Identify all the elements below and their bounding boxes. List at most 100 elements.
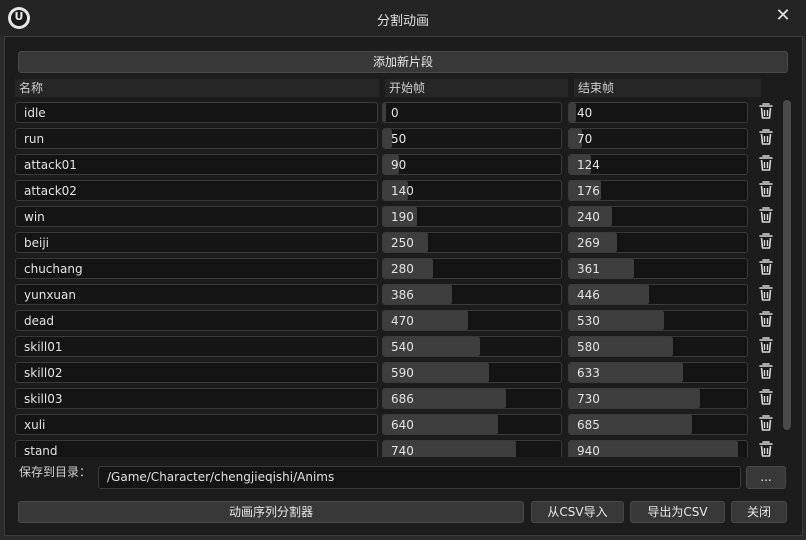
import-csv-button[interactable]: 从CSV导入 <box>531 501 624 523</box>
end-frame-text: 530 <box>577 314 600 328</box>
close-button[interactable]: 关闭 <box>731 501 787 523</box>
browse-button[interactable]: ... <box>746 466 786 489</box>
segment-row: chuchang 280 361 <box>0 256 806 282</box>
trash-icon[interactable] <box>758 362 776 382</box>
end-frame-slider[interactable]: 685 <box>568 414 748 435</box>
segment-name-text: run <box>24 132 45 146</box>
segment-row: skill02 590 633 <box>0 360 806 386</box>
segment-name-text: skill03 <box>24 392 63 406</box>
segment-name-field[interactable]: win <box>15 206 378 227</box>
end-frame-fill <box>569 103 576 122</box>
end-frame-slider[interactable]: 40 <box>568 102 748 123</box>
start-frame-slider[interactable]: 190 <box>382 206 562 227</box>
trash-icon[interactable] <box>758 388 776 408</box>
trash-icon[interactable] <box>758 440 776 457</box>
segment-name-field[interactable]: dead <box>15 310 378 331</box>
scrollbar[interactable] <box>783 100 791 430</box>
start-frame-slider[interactable]: 686 <box>382 388 562 409</box>
trash-icon[interactable] <box>758 180 776 200</box>
end-frame-text: 176 <box>577 184 600 198</box>
trash-icon[interactable] <box>758 414 776 434</box>
end-frame-slider[interactable]: 176 <box>568 180 748 201</box>
save-path-field[interactable]: /Game/Character/chengjieqishi/Anims <box>98 466 741 489</box>
start-frame-slider[interactable]: 140 <box>382 180 562 201</box>
start-frame-slider[interactable]: 740 <box>382 440 562 457</box>
end-frame-text: 124 <box>577 158 600 172</box>
segment-name-text: beiji <box>24 236 50 250</box>
end-frame-text: 730 <box>577 392 600 406</box>
segment-name-field[interactable]: run <box>15 128 378 149</box>
end-frame-text: 40 <box>577 106 593 120</box>
end-frame-text: 633 <box>577 366 600 380</box>
start-frame-slider[interactable]: 50 <box>382 128 562 149</box>
end-frame-slider[interactable]: 361 <box>568 258 748 279</box>
segment-name-field[interactable]: stand <box>15 440 378 457</box>
segment-name-field[interactable]: yunxuan <box>15 284 378 305</box>
segment-row: stand 740 940 <box>0 438 806 457</box>
export-csv-button[interactable]: 导出为CSV <box>630 501 725 523</box>
close-icon[interactable]: ✕ <box>770 4 796 28</box>
segment-name-field[interactable]: skill02 <box>15 362 378 383</box>
start-frame-slider[interactable]: 280 <box>382 258 562 279</box>
column-header-name: 名称 <box>15 79 379 97</box>
segment-row: idle 0 40 <box>0 100 806 126</box>
trash-icon[interactable] <box>758 336 776 356</box>
start-frame-slider[interactable]: 470 <box>382 310 562 331</box>
end-frame-slider[interactable]: 580 <box>568 336 748 357</box>
segment-name-field[interactable]: beiji <box>15 232 378 253</box>
segment-name-field[interactable]: attack02 <box>15 180 378 201</box>
end-frame-slider[interactable]: 124 <box>568 154 748 175</box>
end-frame-slider[interactable]: 633 <box>568 362 748 383</box>
start-frame-slider[interactable]: 386 <box>382 284 562 305</box>
end-frame-slider[interactable]: 730 <box>568 388 748 409</box>
segment-name-text: xuli <box>24 418 46 432</box>
segment-row: xuli 640 685 <box>0 412 806 438</box>
window-title: 分割动画 <box>376 14 429 29</box>
end-frame-slider[interactable]: 940 <box>568 440 748 457</box>
segment-name-field[interactable]: xuli <box>15 414 378 435</box>
trash-icon[interactable] <box>758 102 776 122</box>
start-frame-slider[interactable]: 590 <box>382 362 562 383</box>
end-frame-text: 446 <box>577 288 600 302</box>
segment-row: skill01 540 580 <box>0 334 806 360</box>
save-directory-label: 保存到目录： <box>19 465 92 479</box>
segment-name-text: attack01 <box>24 158 77 172</box>
add-segment-button[interactable]: 添加新片段 <box>18 51 788 73</box>
start-frame-text: 540 <box>391 340 414 354</box>
segment-row: win 190 240 <box>0 204 806 230</box>
trash-icon[interactable] <box>758 206 776 226</box>
start-frame-text: 280 <box>391 262 414 276</box>
trash-icon[interactable] <box>758 284 776 304</box>
trash-icon[interactable] <box>758 128 776 148</box>
segment-row: dead 470 530 <box>0 308 806 334</box>
start-frame-text: 470 <box>391 314 414 328</box>
end-frame-slider[interactable]: 530 <box>568 310 748 331</box>
end-frame-slider[interactable]: 269 <box>568 232 748 253</box>
start-frame-text: 90 <box>391 158 407 172</box>
start-frame-slider[interactable]: 250 <box>382 232 562 253</box>
end-frame-slider[interactable]: 240 <box>568 206 748 227</box>
end-frame-slider[interactable]: 70 <box>568 128 748 149</box>
trash-icon[interactable] <box>758 258 776 278</box>
segment-name-text: attack02 <box>24 184 77 198</box>
trash-icon[interactable] <box>758 154 776 174</box>
split-sequence-button[interactable]: 动画序列分割器 <box>18 501 524 523</box>
segment-row: yunxuan 386 446 <box>0 282 806 308</box>
start-frame-slider[interactable]: 0 <box>382 102 562 123</box>
segment-name-field[interactable]: chuchang <box>15 258 378 279</box>
segment-name-text: chuchang <box>24 262 83 276</box>
segment-name-text: dead <box>24 314 54 328</box>
segment-list: idle 0 40 run 50 70 attack01 90 124 attack02 140 17… <box>0 100 806 457</box>
trash-icon[interactable] <box>758 232 776 252</box>
segment-name-field[interactable]: skill03 <box>15 388 378 409</box>
segment-name-field[interactable]: idle <box>15 102 378 123</box>
segment-name-field[interactable]: attack01 <box>15 154 378 175</box>
end-frame-slider[interactable]: 446 <box>568 284 748 305</box>
segment-row: skill03 686 730 <box>0 386 806 412</box>
start-frame-slider[interactable]: 90 <box>382 154 562 175</box>
start-frame-slider[interactable]: 540 <box>382 336 562 357</box>
segment-name-field[interactable]: skill01 <box>15 336 378 357</box>
segment-row: beiji 250 269 <box>0 230 806 256</box>
start-frame-slider[interactable]: 640 <box>382 414 562 435</box>
trash-icon[interactable] <box>758 310 776 330</box>
